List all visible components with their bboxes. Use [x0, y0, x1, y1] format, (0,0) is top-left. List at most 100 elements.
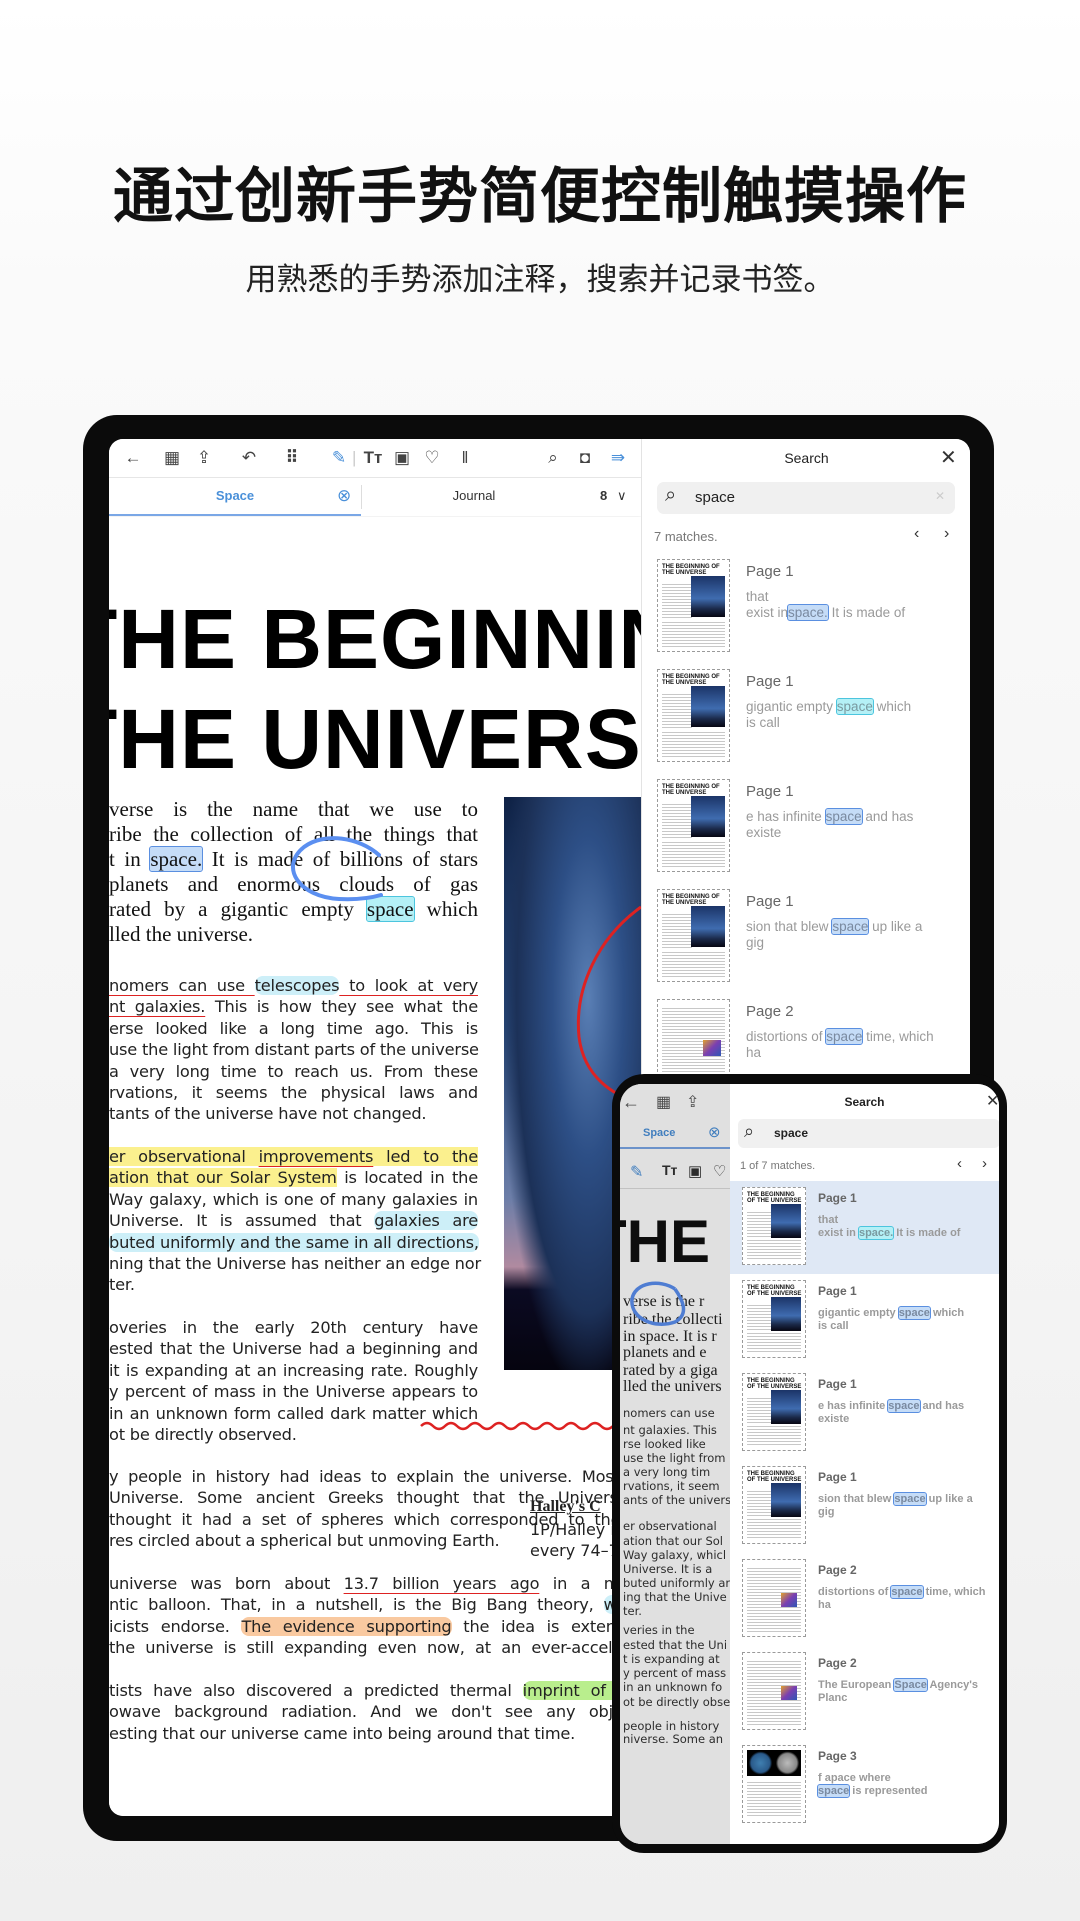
- dim-overlay: [620, 1084, 730, 1844]
- snippet-text: gig: [746, 935, 765, 950]
- snippet-text: Agency's: [926, 1679, 978, 1691]
- page-thumbnail: THE BEGINNING OF THE UNIVERSE: [742, 1466, 806, 1544]
- result-page: Page 1: [818, 1470, 857, 1484]
- tab-divider: [361, 485, 362, 509]
- close-icon[interactable]: ✕: [986, 1091, 999, 1111]
- match-highlight: space: [887, 1399, 921, 1413]
- clear-icon[interactable]: ✕: [935, 489, 945, 503]
- text-icon[interactable]: Tт: [362, 447, 384, 469]
- thumbnail-image: [771, 1483, 801, 1518]
- tab-count[interactable]: 8: [600, 478, 607, 516]
- result-page: Page 1: [746, 783, 794, 800]
- snippet-text: f apace where: [818, 1772, 891, 1784]
- snippet-text: is call: [818, 1320, 849, 1332]
- result-page: Page 2: [746, 1003, 794, 1020]
- search-input[interactable]: ⌕ space ✕: [657, 482, 955, 514]
- back-arrow-icon[interactable]: ←: [122, 447, 144, 469]
- tab-journal[interactable]: Journal: [409, 478, 539, 516]
- snippet-text: Planc: [818, 1692, 848, 1704]
- search-result[interactable]: Page 2 distortions of space time, which ha: [730, 1553, 999, 1646]
- tab-space[interactable]: Space: [109, 478, 361, 516]
- next-match-icon[interactable]: ›: [982, 1155, 987, 1172]
- thumbnail-image: [771, 1204, 801, 1239]
- snippet-text: The European: [818, 1679, 895, 1691]
- snippet-text: sion that blew: [818, 1493, 895, 1505]
- headline: 通过创新手势简便控制触摸操作: [113, 162, 967, 232]
- thumbnail-image: [771, 1297, 801, 1332]
- chevron-down-icon[interactable]: ∨: [617, 478, 627, 516]
- snippet-text: gigantic empty: [746, 699, 837, 714]
- search-result-selected[interactable]: THE BEGINNING OF THE UNIVERSE Page 1 that e…: [730, 1181, 999, 1274]
- export-icon[interactable]: ⇪: [193, 447, 215, 469]
- pen-icon[interactable]: ✎: [328, 447, 350, 469]
- divider: |: [352, 448, 357, 467]
- image-icon[interactable]: ▣: [391, 447, 413, 469]
- search-result[interactable]: Page 3 f apace where space is represented: [730, 1739, 999, 1832]
- snippet-text: and has: [861, 809, 914, 824]
- snippet-text: e has infinite: [746, 809, 826, 824]
- search-title: Search: [784, 450, 829, 466]
- snippet-text: exist in: [746, 605, 789, 620]
- snippet-text: is call: [746, 715, 780, 730]
- thumbnail-image: [690, 906, 725, 947]
- search-icon[interactable]: ⌕: [542, 447, 564, 469]
- pause-icon[interactable]: ‖: [454, 447, 476, 469]
- red-arc-stroke: [576, 905, 641, 1104]
- text-lines: [747, 1517, 801, 1539]
- result-snippet: sion that blew space up like a gig: [746, 918, 923, 951]
- menu-arrow-icon[interactable]: ⇛: [607, 447, 629, 469]
- page-thumbnail: [742, 1652, 806, 1730]
- search-input[interactable]: ⌕ space: [738, 1119, 999, 1148]
- search-icon: ⌕: [665, 484, 677, 506]
- apps-icon[interactable]: ⠿: [281, 447, 303, 469]
- snippet-text: distortions of: [746, 1029, 827, 1044]
- result-page: Page 1: [746, 673, 794, 690]
- undo-icon[interactable]: ↶: [238, 447, 260, 469]
- thumbnail-title: THE BEGINNING OF THE UNIVERSE: [662, 894, 720, 906]
- search-result[interactable]: THE BEGINNING OF THE UNIVERSE Page 1 sion …: [730, 1460, 999, 1553]
- snippet-text: up like a: [868, 919, 923, 934]
- thumbnail-title: THE BEGINNING OF THE UNIVERSE: [662, 784, 720, 796]
- prev-match-icon[interactable]: ‹: [957, 1155, 962, 1172]
- page-thumbnail: [742, 1745, 806, 1823]
- close-tab-icon[interactable]: ⊗: [337, 478, 351, 516]
- page-thumbnail: THE BEGINNING OF THE UNIVERSE: [657, 889, 730, 982]
- snippet-text: It is made of: [827, 605, 906, 620]
- search-result[interactable]: THE BEGINNING OF THE UNIVERSE Page 1 gigan…: [642, 669, 970, 779]
- document-page[interactable]: THE BEGINNIN THE UNIVERS Halley's C 1P/H…: [109, 517, 641, 1816]
- search-result[interactable]: THE BEGINNING OF THE UNIVERSE Page 1 gigan…: [730, 1274, 999, 1367]
- search-result[interactable]: THE BEGINNING OF THE UNIVERSE Page 1 e has…: [730, 1367, 999, 1460]
- prev-match-icon[interactable]: ‹: [914, 525, 919, 543]
- match-highlight: Space: [893, 1678, 928, 1692]
- tab-bar: Space ⊗ Journal 8 ∨: [109, 478, 641, 516]
- match-highlight: space: [897, 1306, 931, 1320]
- search-result[interactable]: Page 2 The European Space Agency's Planc: [730, 1646, 999, 1739]
- page-thumbnail: THE BEGINNING OF THE UNIVERSE: [742, 1373, 806, 1451]
- grid-icon[interactable]: ▦: [161, 447, 183, 469]
- page-thumbnail: THE BEGINNING OF THE UNIVERSE: [657, 779, 730, 872]
- snippet-text: sion that blew: [746, 919, 833, 934]
- thumbnail-image: [690, 686, 725, 727]
- search-result[interactable]: THE BEGINNING OF THE UNIVERSE Page 1 that e…: [642, 559, 970, 669]
- toolbar: ← ▦ ⇪ ↶ ⠿ ✎ | Tт ▣ ♡ ‖ ⌕ ◘ ⇛: [109, 439, 641, 478]
- thumbnail-image: [690, 796, 725, 837]
- search-result[interactable]: THE BEGINNING OF THE UNIVERSE Page 1 sion …: [642, 889, 970, 999]
- result-snippet: that exist inspace. It is made of: [746, 589, 905, 621]
- match-highlight: space.: [857, 1226, 895, 1240]
- snippet-text: and has: [919, 1400, 965, 1412]
- next-match-icon[interactable]: ›: [944, 525, 949, 543]
- text-lines: [747, 1780, 801, 1818]
- search-result[interactable]: THE BEGINNING OF THE UNIVERSE Page 1 e has…: [642, 779, 970, 889]
- snippet-text: that: [818, 1214, 839, 1226]
- lasso-icon[interactable]: ♡: [421, 447, 443, 469]
- close-icon[interactable]: ✕: [940, 445, 957, 470]
- snippet-text: It is made of: [893, 1227, 961, 1239]
- snippet-text: ha: [746, 1045, 762, 1060]
- match-count: 1 of 7 matches.: [740, 1160, 816, 1172]
- result-snippet: f apace where space is represented: [816, 1772, 927, 1798]
- phone-document[interactable]: ← ▦ ⇪ Space ⊗ ✎ Tт ▣ ♡ THE verse is the …: [620, 1084, 730, 1844]
- red-wavy-stroke: [420, 1421, 638, 1431]
- result-page: Page 1: [746, 893, 794, 910]
- snippet-text: existe: [746, 825, 782, 840]
- toggle-icon[interactable]: ◘: [574, 447, 596, 469]
